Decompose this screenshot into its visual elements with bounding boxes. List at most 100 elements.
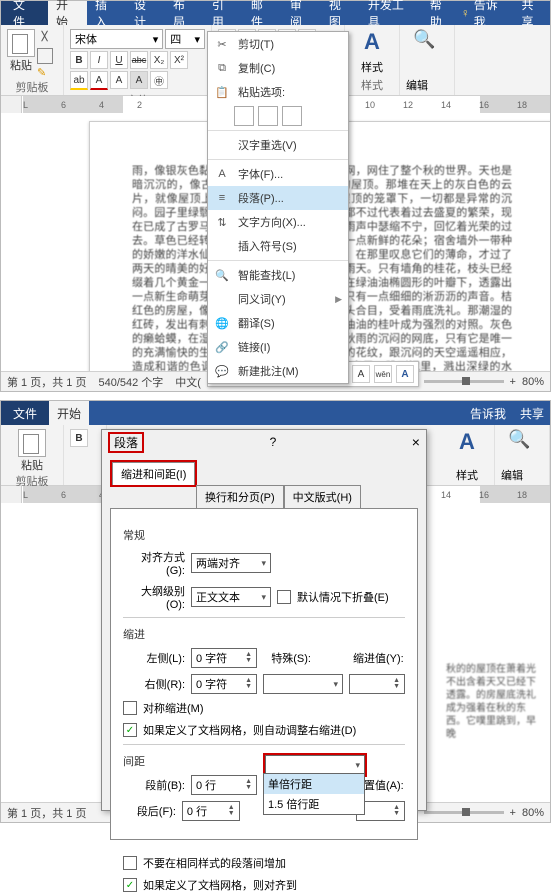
tab-file[interactable]: 文件 xyxy=(1,1,48,25)
tab-help[interactable]: 帮助 xyxy=(422,1,461,25)
page-indicator-2[interactable]: 第 1 页，共 1 页 xyxy=(7,805,86,821)
language-indicator[interactable]: 中文( xyxy=(175,374,201,390)
styles-icon-2[interactable]: A xyxy=(453,429,481,457)
paste-button[interactable]: 粘贴 xyxy=(7,29,35,79)
find-icon-2[interactable]: 🔍 xyxy=(508,429,536,457)
cut-icon[interactable] xyxy=(37,29,53,46)
highlight-button[interactable]: ab xyxy=(70,71,88,90)
nosame-checkbox[interactable] xyxy=(123,856,137,870)
linespace-option-15[interactable]: 1.5 倍行距 xyxy=(264,794,364,814)
underline-button[interactable]: U xyxy=(110,51,128,69)
dlg-tab-linebreak[interactable]: 换行和分页(P) xyxy=(196,485,284,508)
before-spinner[interactable]: 0 行▲▼ xyxy=(191,775,257,795)
mirror-checkbox[interactable] xyxy=(123,701,137,715)
mini-phonetic[interactable]: wēn xyxy=(374,365,392,383)
ctx-hanzi[interactable]: 汉字重选(V) xyxy=(208,133,348,157)
mini-styles[interactable]: A xyxy=(396,365,414,383)
autogrid2-checkbox[interactable] xyxy=(123,878,137,892)
ctx-translate[interactable]: 🌐翻译(S) xyxy=(208,311,348,335)
font-size-combo[interactable]: 四▾ xyxy=(165,29,205,49)
autogrid-label: 如果定义了文档网格，则自动调整右缩进(D) xyxy=(143,722,356,738)
zoom-in[interactable]: + xyxy=(510,376,516,388)
special-label: 特殊(S): xyxy=(263,650,311,666)
right-indent-spinner[interactable]: 0 字符▲▼ xyxy=(191,674,257,694)
tab-devtools[interactable]: 开发工具 xyxy=(360,1,422,25)
tab-layout[interactable]: 布局 xyxy=(165,1,204,25)
ctx-cut[interactable]: ✂剪切(T) xyxy=(208,32,348,56)
strike-button[interactable]: abc xyxy=(130,51,148,69)
bold-button[interactable]: B xyxy=(70,51,88,69)
ctx-symbol[interactable]: 插入符号(S) xyxy=(208,234,348,258)
font-icon: A xyxy=(214,166,230,182)
ctx-smartfind[interactable]: 🔍智能查找(L) xyxy=(208,263,348,287)
tab-view[interactable]: 视图 xyxy=(321,1,360,25)
font-color-button[interactable]: A xyxy=(90,71,108,90)
left-indent-spinner[interactable]: 0 字符▲▼ xyxy=(191,648,257,668)
clipboard-icon: 📋 xyxy=(214,84,230,100)
superscript-button[interactable]: X² xyxy=(170,51,188,69)
find-icon[interactable]: 🔍 xyxy=(413,29,441,57)
ctx-copy[interactable]: ⧉复制(C) xyxy=(208,56,348,80)
ctx-comment[interactable]: 💬新建批注(M) xyxy=(208,359,348,383)
zoom-level[interactable]: 80% xyxy=(522,376,544,388)
mirror-label: 对称缩进(M) xyxy=(143,700,204,716)
tab-file-2[interactable]: 文件 xyxy=(1,401,49,425)
tab-design[interactable]: 设计 xyxy=(126,1,165,25)
dlg-tab-indent[interactable]: 缩进和间距(I) xyxy=(112,462,195,485)
autogrid2-label: 如果定义了文档网格，则对齐到 xyxy=(143,877,297,893)
section-indent: 缩进 xyxy=(123,626,405,642)
char-shading-button[interactable]: A xyxy=(130,71,148,89)
tab-references[interactable]: 引用 xyxy=(204,1,243,25)
paste-keep-source-icon[interactable] xyxy=(234,106,254,126)
tab-mailings[interactable]: 邮件 xyxy=(243,1,282,25)
special-select[interactable]: ▾ xyxy=(263,674,343,694)
zoom-level-2[interactable]: 80% xyxy=(522,807,544,819)
dialog-tabs: 缩进和间距(I) xyxy=(110,460,197,487)
ctx-font[interactable]: A字体(F)... xyxy=(208,162,348,186)
indentval-spinner[interactable]: ▲▼ xyxy=(349,674,405,694)
zoom-in-2[interactable]: + xyxy=(510,807,516,819)
ctx-synonym[interactable]: 同义词(Y)▶ xyxy=(208,287,348,311)
dialog-close-button[interactable]: × xyxy=(412,434,420,450)
dlg-tab-chinese[interactable]: 中文版式(H) xyxy=(284,485,361,508)
word-count[interactable]: 540/542 个字 xyxy=(98,374,163,390)
ctx-link[interactable]: 🔗链接(I) xyxy=(208,335,348,359)
dialog-help-icon[interactable]: ? xyxy=(270,435,277,449)
zoom-slider-2[interactable] xyxy=(424,811,504,814)
tab-home-2[interactable]: 开始 xyxy=(49,401,89,425)
tell-me-2[interactable]: 告诉我 xyxy=(470,405,506,422)
ctx-paragraph[interactable]: ≡段落(P)... xyxy=(208,186,348,210)
tab-review[interactable]: 审阅 xyxy=(282,1,321,25)
editing-button[interactable]: 编辑 xyxy=(406,77,448,93)
indentval-label: 缩进值(Y): xyxy=(353,650,404,666)
after-spinner[interactable]: 0 行▲▼ xyxy=(182,801,240,821)
paste-merge-icon[interactable] xyxy=(258,106,278,126)
subscript-button[interactable]: X₂ xyxy=(150,51,168,69)
ctx-textdir[interactable]: ⇅文字方向(X)... xyxy=(208,210,348,234)
copy-icon[interactable] xyxy=(37,48,53,64)
paste-button-2[interactable]: 粘贴 xyxy=(7,429,57,473)
align-select[interactable]: 两端对齐▾ xyxy=(191,553,271,573)
group-font: 宋体▾ 四▾ B I U abc X₂ X² ab A A A ㊥ 字体 xyxy=(64,25,212,95)
mini-shrink-font[interactable]: A xyxy=(352,365,370,383)
tab-insert[interactable]: 插入 xyxy=(87,1,126,25)
share-button-2[interactable]: 共享 xyxy=(520,405,544,422)
outline-select[interactable]: 正文文本▾ xyxy=(191,587,271,607)
paste-text-only-icon[interactable] xyxy=(282,106,302,126)
styles-button[interactable]: 样式 xyxy=(351,59,393,75)
section-general: 常规 xyxy=(123,527,405,543)
group-clipboard-2: 粘贴 剪贴板 xyxy=(1,425,64,485)
collapse-checkbox[interactable] xyxy=(277,590,291,604)
font-name-combo[interactable]: 宋体▾ xyxy=(70,29,163,49)
tab-home[interactable]: 开始 xyxy=(48,1,87,25)
zoom-slider[interactable] xyxy=(424,380,504,383)
bold-button-2[interactable]: B xyxy=(70,429,88,447)
styles-icon[interactable]: A xyxy=(358,29,386,57)
autogrid-checkbox[interactable] xyxy=(123,723,137,737)
page-indicator[interactable]: 第 1 页，共 1 页 xyxy=(7,374,86,390)
format-painter-icon[interactable]: ✎ xyxy=(37,66,53,79)
char-border-button[interactable]: A xyxy=(110,71,128,89)
enclose-char-button[interactable]: ㊥ xyxy=(150,71,168,89)
italic-button[interactable]: I xyxy=(90,51,108,69)
linespace-option-single[interactable]: 单倍行距 xyxy=(264,774,364,794)
